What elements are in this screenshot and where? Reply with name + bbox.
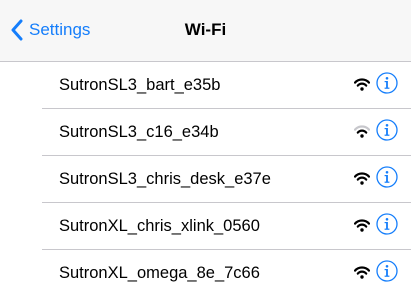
info-icon[interactable] (376, 166, 398, 188)
network-row[interactable]: SutronSL3_c16_e34b (42, 109, 411, 156)
back-button-label: Settings (29, 20, 91, 39)
info-icon[interactable] (376, 119, 398, 141)
network-row[interactable]: SutronXL_chris_xlink_0560 (42, 203, 411, 250)
navigation-bar: Settings Wi-Fi (0, 0, 411, 62)
back-button[interactable]: Settings (10, 16, 90, 44)
wifi-icon (354, 266, 370, 279)
network-row[interactable]: SutronSL3_chris_desk_e37e (42, 156, 411, 203)
info-icon[interactable] (376, 260, 398, 282)
wifi-icon (354, 219, 370, 232)
info-icon[interactable] (376, 213, 398, 235)
network-list: SutronSL3_bart_e35b SutronSL3_c16_e34b S… (0, 62, 411, 297)
network-row[interactable]: SutronSL3_bart_e35b (42, 62, 411, 109)
wifi-icon (354, 172, 370, 185)
network-row[interactable]: SutronXL_omega_8e_7c66 (42, 250, 411, 297)
info-icon[interactable] (376, 72, 398, 94)
wifi-icon (354, 125, 370, 138)
wifi-icon (354, 78, 370, 91)
chevron-left-icon (11, 19, 23, 41)
